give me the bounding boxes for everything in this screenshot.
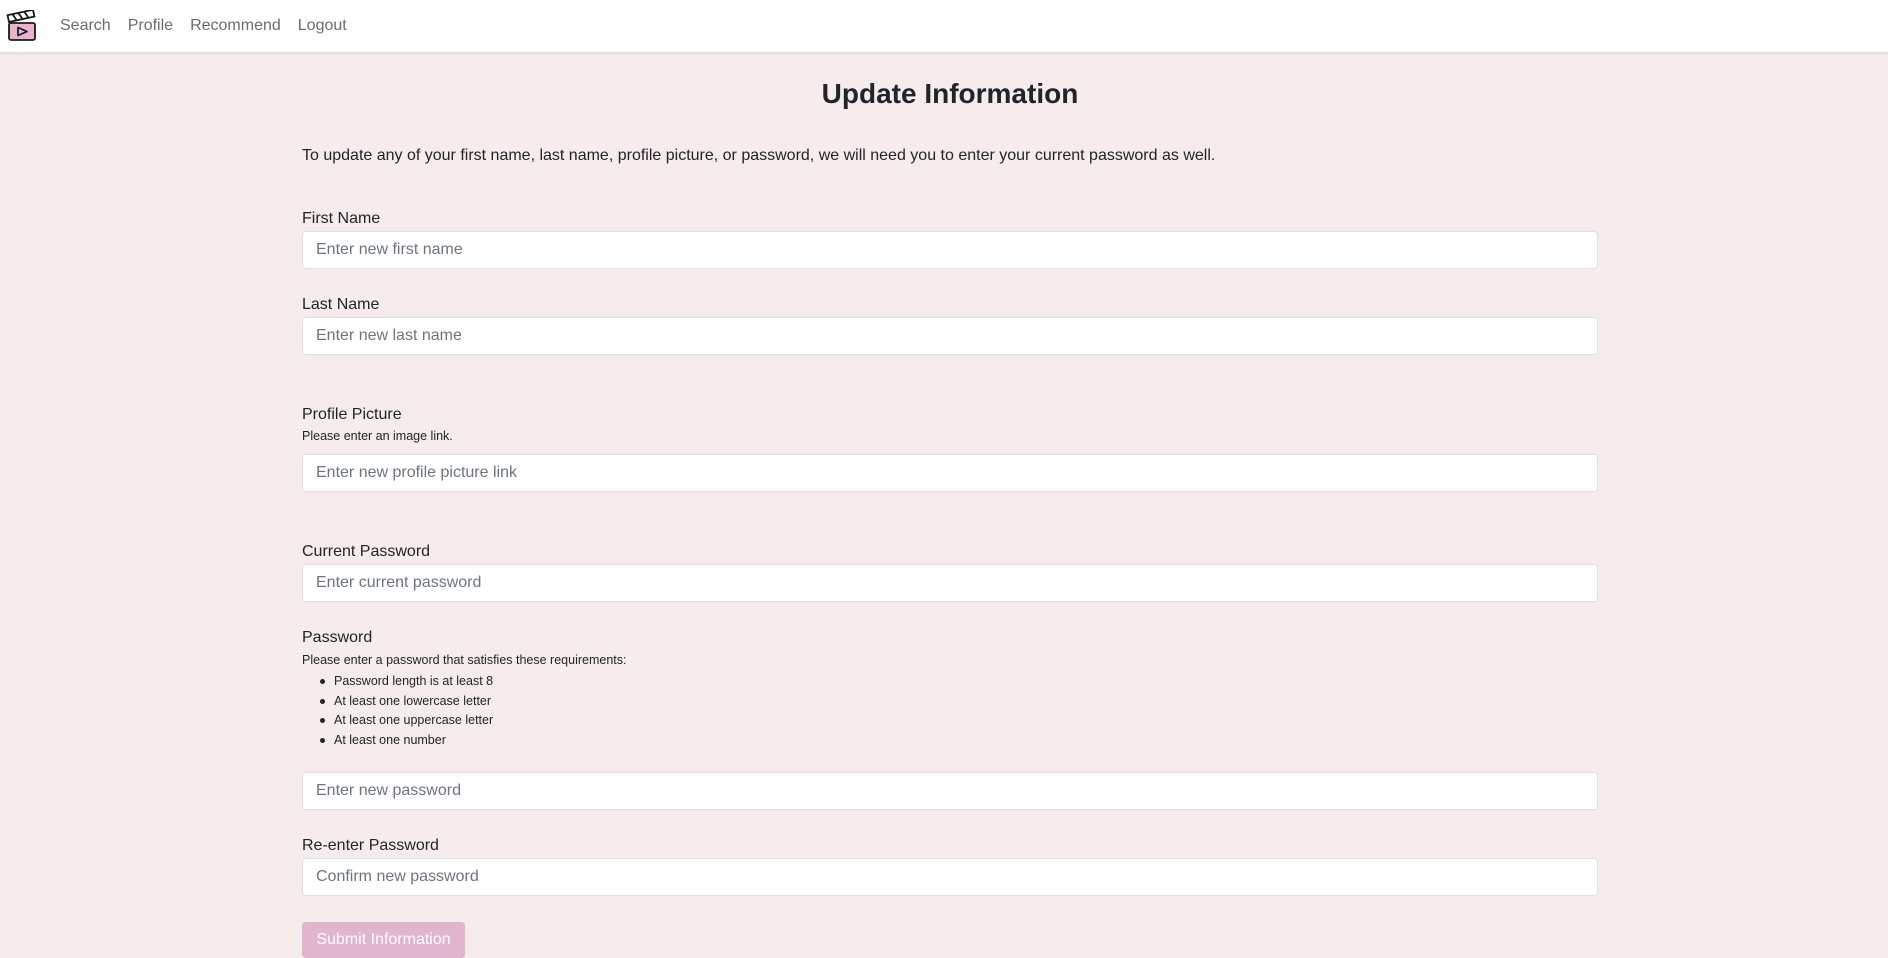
nav-link-search[interactable]: Search (60, 17, 111, 35)
nav-link-recommend[interactable]: Recommend (190, 17, 281, 35)
requirement-item: At least one number (319, 731, 493, 751)
new-password-input[interactable] (302, 772, 1598, 810)
password-hint: Please enter a password that satisfies t… (302, 653, 627, 667)
requirement-item: At least one lowercase letter (319, 692, 493, 712)
profile-picture-hint: Please enter an image link. (302, 429, 453, 443)
intro-text: To update any of your first name, last n… (302, 147, 1216, 164)
page-title: Update Information (821, 78, 1079, 109)
first-name-label: First Name (302, 210, 381, 227)
current-password-label: Current Password (302, 543, 431, 560)
clapperboard-icon[interactable] (6, 10, 38, 42)
profile-picture-input[interactable] (302, 454, 1598, 492)
nav-link-logout[interactable]: Logout (298, 17, 347, 35)
current-password-input[interactable] (302, 564, 1598, 602)
nav-link-profile[interactable]: Profile (128, 17, 173, 35)
password-label: Password (302, 629, 373, 646)
requirement-item: At least one uppercase letter (319, 711, 493, 731)
password-requirements-list: Password length is at least 8 At least o… (319, 672, 493, 751)
profile-picture-label: Profile Picture (302, 406, 402, 423)
last-name-input[interactable] (302, 317, 1598, 355)
confirm-password-label: Re-enter Password (302, 837, 439, 854)
submit-button[interactable]: Submit Information (302, 922, 465, 958)
first-name-input[interactable] (302, 231, 1598, 269)
requirement-item: Password length is at least 8 (319, 672, 493, 692)
last-name-label: Last Name (302, 296, 380, 313)
confirm-password-input[interactable] (302, 858, 1598, 896)
navbar: Search Profile Recommend Logout (0, 0, 1888, 52)
